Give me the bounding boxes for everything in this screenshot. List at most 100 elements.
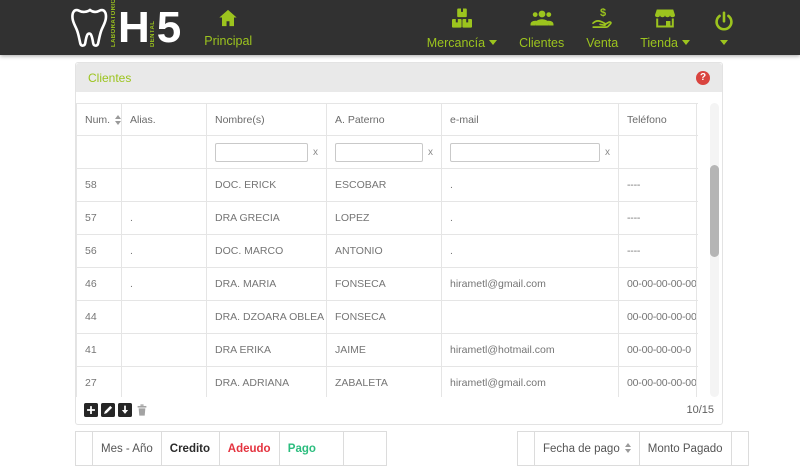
chevron-down-icon bbox=[720, 40, 728, 45]
pagination-status: 10/15 bbox=[686, 403, 714, 416]
cell-telefono: ---- bbox=[618, 201, 697, 235]
cell-paterno: JAIME bbox=[326, 333, 442, 367]
cell-alias: . bbox=[121, 201, 207, 235]
table-toolbar: 10/15 bbox=[76, 395, 722, 424]
table-row[interactable]: 57. DRA GRECIA LOPEZ. ---- bbox=[76, 201, 698, 235]
column-header-num[interactable]: Num. bbox=[76, 103, 122, 136]
cell-paterno: ANTONIO bbox=[326, 234, 442, 268]
table-row[interactable]: 46. DRA. MARIA FONSECA hirametl@gmail.com 00… bbox=[76, 267, 698, 301]
filter-paterno-input[interactable] bbox=[335, 142, 423, 162]
cell-paterno: ZABALETA bbox=[326, 366, 442, 397]
credit-table-header-row: Mes - Año Credito Adeudo Pago bbox=[75, 431, 387, 466]
cell-paterno: LOPEZ bbox=[326, 201, 442, 235]
cell-telefono: 00-00-00-00-00 bbox=[618, 267, 697, 301]
cell-nombre: DOC. ERICK bbox=[206, 168, 327, 202]
svg-text:$: $ bbox=[600, 7, 606, 19]
power-icon bbox=[712, 10, 736, 37]
cell-num: 41 bbox=[76, 333, 122, 367]
table-row[interactable]: 56. DOC. MARCO ANTONIO. ---- bbox=[76, 234, 698, 268]
table-row[interactable]: 44 DRA. DZOARA OBLEA FONSECA 00-00-00-00-00 bbox=[76, 300, 698, 334]
pay-col-actions bbox=[730, 431, 749, 466]
table-row[interactable]: 58 DOC. ERICK ESCOBAR. ---- bbox=[76, 168, 698, 202]
credit-col-adeudo: Adeudo bbox=[218, 431, 280, 466]
clients-table: Num. Alias. Nombre(s) A. Paterno e-mail … bbox=[76, 103, 698, 397]
sort-icon[interactable] bbox=[115, 114, 121, 125]
export-button[interactable] bbox=[118, 402, 132, 417]
table-row[interactable]: 27 DRA. ADRIANA ZABALETA hirametl@gmail.com… bbox=[76, 366, 698, 397]
filter-row: x x x bbox=[76, 135, 698, 169]
cell-email bbox=[441, 300, 619, 334]
column-header-nombre: Nombre(s) bbox=[206, 103, 327, 136]
column-header-telefono: Teléfono bbox=[618, 103, 697, 136]
cell-num: 56 bbox=[76, 234, 122, 268]
chevron-down-icon bbox=[682, 40, 690, 45]
nav-item-tienda[interactable]: Tienda bbox=[638, 6, 692, 50]
cell-extra bbox=[696, 300, 698, 334]
cell-nombre: DRA GRECIA bbox=[206, 201, 327, 235]
cell-paterno: FONSECA bbox=[326, 300, 442, 334]
cell-telefono: ---- bbox=[618, 234, 697, 268]
cell-paterno: FONSECA bbox=[326, 267, 442, 301]
nav-item-clientes[interactable]: Clientes bbox=[517, 6, 566, 50]
hand-dollar-icon: $ bbox=[589, 6, 615, 33]
filter-email-input[interactable] bbox=[450, 142, 600, 162]
pay-col-empty bbox=[517, 431, 535, 466]
edit-button[interactable] bbox=[101, 402, 115, 417]
delete-button[interactable] bbox=[135, 403, 149, 417]
cell-num: 57 bbox=[76, 201, 122, 235]
client-rows: 58 DOC. ERICK ESCOBAR. ---- 57. DRA GRECIA LOP… bbox=[76, 168, 698, 397]
vertical-scrollbar[interactable] bbox=[710, 103, 719, 397]
nav-label: Principal bbox=[204, 33, 253, 48]
table-row[interactable]: 41 DRA ERIKA JAIME hirametl@hotmail.com 00-0… bbox=[76, 333, 698, 367]
cell-alias bbox=[121, 366, 207, 397]
cell-extra bbox=[696, 366, 698, 397]
clear-filter-icon[interactable]: x bbox=[605, 147, 610, 158]
logo-letter-5: 5 bbox=[156, 3, 182, 52]
cell-email: hirametl@gmail.com bbox=[441, 366, 619, 397]
boxes-icon bbox=[450, 6, 474, 33]
cell-email: . bbox=[441, 201, 619, 235]
top-nav-bar: LABORATORIO H DENTAL 5 Principal Mercanc… bbox=[0, 0, 800, 55]
credit-col-mes: Mes - Año bbox=[92, 431, 162, 466]
nav-item-principal[interactable]: Principal bbox=[202, 8, 254, 48]
pay-col-monto: Monto Pagado bbox=[638, 431, 732, 466]
store-icon bbox=[652, 6, 678, 33]
scrollbar-thumb[interactable] bbox=[710, 165, 719, 257]
nav-item-venta[interactable]: $ Venta bbox=[584, 6, 620, 50]
clear-filter-icon[interactable]: x bbox=[313, 147, 318, 158]
cell-num: 27 bbox=[76, 366, 122, 397]
nav-item-mercancia[interactable]: Mercancía bbox=[425, 6, 499, 50]
cell-num: 46 bbox=[76, 267, 122, 301]
cell-extra bbox=[696, 333, 698, 367]
cell-telefono: 00-00-00-00-00 bbox=[618, 300, 697, 334]
cell-nombre: DRA ERIKA bbox=[206, 333, 327, 367]
cell-telefono: 00-00-00-00-0 bbox=[618, 333, 697, 367]
chevron-down-icon bbox=[489, 40, 498, 45]
cell-extra bbox=[696, 201, 698, 235]
clear-filter-icon[interactable]: x bbox=[428, 147, 433, 158]
add-button[interactable] bbox=[84, 402, 98, 417]
nav-item-session[interactable] bbox=[710, 10, 738, 45]
cell-telefono: 00-00-00-00-00 bbox=[618, 366, 697, 397]
logo-letter-h: H bbox=[118, 3, 150, 52]
cell-alias bbox=[121, 168, 207, 202]
cell-email: . bbox=[441, 168, 619, 202]
credit-table: Mes - Año Credito Adeudo Pago bbox=[75, 431, 387, 466]
page-title: Clientes bbox=[88, 70, 132, 85]
main-menu: Mercancía Clientes $ Venta Tienda bbox=[425, 6, 738, 50]
clients-table-container: Num. Alias. Nombre(s) A. Paterno e-mail … bbox=[76, 103, 698, 397]
pay-col-fecha[interactable]: Fecha de pago bbox=[534, 431, 640, 466]
credit-col-actions bbox=[342, 431, 387, 466]
sort-icon[interactable] bbox=[624, 443, 631, 454]
column-header-paterno: A. Paterno bbox=[326, 103, 442, 136]
logo-word-laboratorio: LABORATORIO bbox=[111, 0, 117, 47]
app-logo[interactable]: LABORATORIO H DENTAL 5 bbox=[70, 0, 182, 55]
cell-nombre: DRA. ADRIANA bbox=[206, 366, 327, 397]
nav-label: Venta bbox=[586, 35, 619, 50]
cell-alias: . bbox=[121, 234, 207, 268]
help-icon[interactable]: ? bbox=[696, 70, 710, 85]
cell-extra bbox=[696, 168, 698, 202]
filter-nombre-input[interactable] bbox=[215, 142, 308, 162]
tooth-icon bbox=[70, 5, 110, 51]
cell-paterno: ESCOBAR bbox=[326, 168, 442, 202]
